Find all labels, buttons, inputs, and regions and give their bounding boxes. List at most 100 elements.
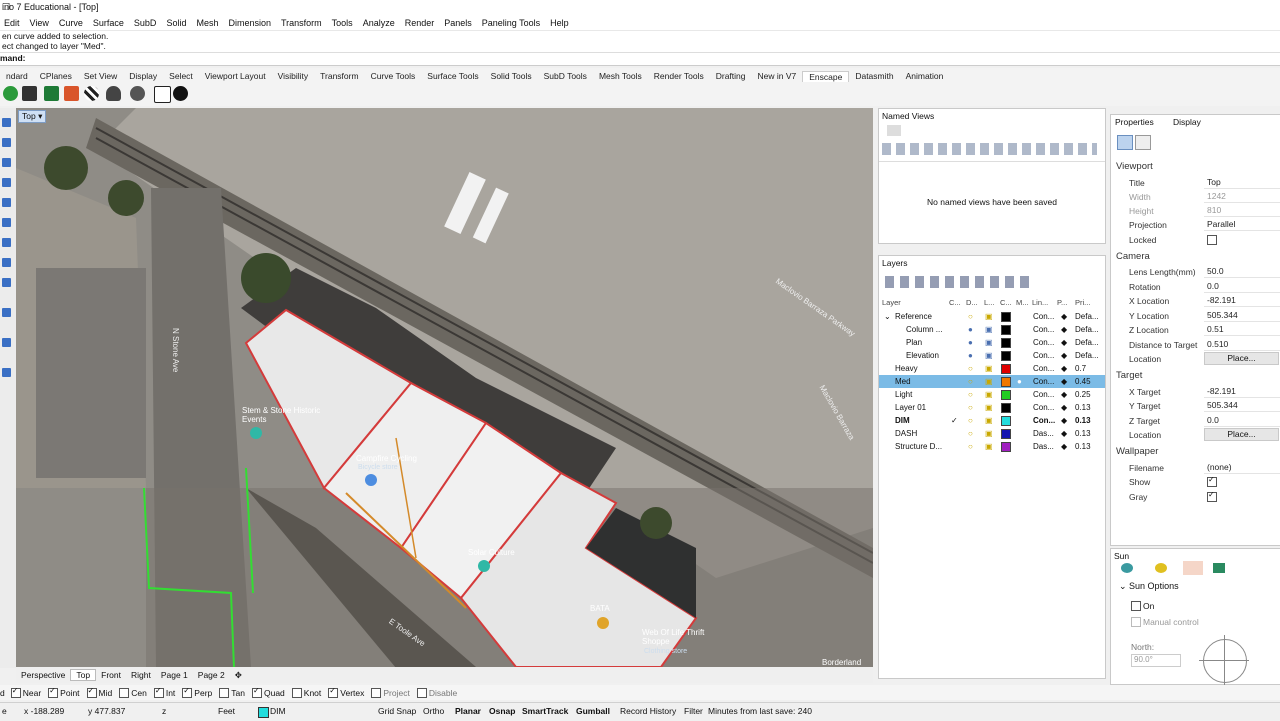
layer-linetype[interactable]: Das...: [1033, 429, 1054, 438]
info-icon[interactable]: [173, 86, 188, 101]
select-icon[interactable]: [2, 118, 11, 127]
layer-row[interactable]: Heavy ○ ▣ Con... ◆ 0.7: [879, 362, 1105, 375]
layer-print-width[interactable]: 0.13: [1075, 403, 1091, 412]
layer-print-width[interactable]: Defa...: [1075, 325, 1099, 334]
tab-display-panel[interactable]: Display: [1173, 117, 1201, 127]
prop-value[interactable]: (none): [1204, 461, 1280, 474]
layer-linetype[interactable]: Con...: [1033, 312, 1054, 321]
vp-tab-page-2[interactable]: Page 2: [193, 670, 230, 680]
layer-row[interactable]: Plan ● ▣ Con... ◆ Defa...: [879, 336, 1105, 349]
tab-select[interactable]: Select: [163, 71, 199, 81]
point-icon[interactable]: [2, 138, 11, 147]
camera-icon[interactable]: [1117, 135, 1133, 150]
print-color-icon[interactable]: ◆: [1061, 429, 1067, 438]
osnap-project[interactable]: Project: [371, 687, 410, 698]
layer-print-width[interactable]: 0.7: [1075, 364, 1086, 373]
sky-tab-icon[interactable]: [1213, 563, 1225, 573]
layer-linetype[interactable]: Con...: [1033, 416, 1055, 425]
tab-properties[interactable]: Properties: [1115, 117, 1154, 127]
osnap-checkbox[interactable]: [86, 686, 97, 698]
menu-curve[interactable]: Curve: [59, 18, 83, 28]
upload-icon[interactable]: [106, 86, 121, 101]
layer-color-swatch[interactable]: [1001, 364, 1011, 374]
sun-tab-icon[interactable]: [1121, 563, 1133, 573]
menu-render[interactable]: Render: [405, 18, 435, 28]
tab-display[interactable]: Display: [123, 71, 163, 81]
menu-solid[interactable]: Solid: [166, 18, 186, 28]
layer-linetype[interactable]: Con...: [1033, 364, 1054, 373]
layer-color-swatch[interactable]: [1001, 312, 1011, 322]
menu-edit[interactable]: Edit: [4, 18, 20, 28]
layer-linetype[interactable]: Con...: [1033, 390, 1054, 399]
sync-icon[interactable]: [44, 86, 59, 101]
solid-icon[interactable]: [2, 198, 11, 207]
prop-value[interactable]: Parallel: [1204, 218, 1280, 231]
layer-name[interactable]: Elevation: [906, 351, 939, 360]
north-input[interactable]: 90.0°: [1131, 654, 1181, 667]
lock-icon[interactable]: ▣: [985, 377, 993, 386]
print-color-icon[interactable]: ◆: [1061, 416, 1067, 425]
visibility-icon[interactable]: ●: [968, 325, 973, 334]
layer-linetype[interactable]: Con...: [1033, 377, 1054, 386]
layer-color-swatch[interactable]: [1001, 429, 1011, 439]
layer-color-swatch[interactable]: [1001, 351, 1011, 361]
layer-print-width[interactable]: 0.45: [1075, 377, 1091, 386]
col-layer[interactable]: Layer: [882, 298, 901, 307]
osnap-point[interactable]: Point: [48, 686, 80, 698]
restore-icon[interactable]: ❐: [2, 2, 1254, 13]
refresh-icon[interactable]: [3, 86, 18, 101]
tab-new-in-v7[interactable]: New in V7: [751, 71, 802, 81]
add-tab-icon[interactable]: ✥: [230, 670, 247, 681]
layer-icon[interactable]: [2, 338, 11, 347]
prop-value[interactable]: 50.0: [1204, 265, 1280, 278]
layer-print-width[interactable]: 0.13: [1075, 429, 1091, 438]
layer-name[interactable]: Reference: [895, 312, 932, 321]
lock-icon[interactable]: ▣: [985, 416, 993, 425]
mail-icon[interactable]: [154, 86, 171, 103]
layer-name[interactable]: Heavy: [895, 364, 918, 373]
lock-icon[interactable]: ▣: [985, 403, 993, 412]
expand-icon[interactable]: ⌄: [884, 312, 891, 321]
visibility-icon[interactable]: ○: [968, 390, 973, 399]
col-print-width[interactable]: Pri...: [1075, 298, 1090, 307]
camera-tab-icon[interactable]: [887, 125, 901, 136]
surface-icon[interactable]: [2, 178, 11, 187]
osnap-checkbox[interactable]: [10, 686, 21, 698]
osnap-tan[interactable]: Tan: [219, 687, 245, 698]
tab-render-tools[interactable]: Render Tools: [648, 71, 710, 81]
menu-analyze[interactable]: Analyze: [363, 18, 395, 28]
layer-color-swatch[interactable]: [1001, 377, 1011, 387]
gray-checkbox[interactable]: [1207, 490, 1217, 502]
command-line[interactable]: mand:: [0, 52, 1280, 66]
smarttrack-toggle[interactable]: SmartTrack: [522, 706, 568, 716]
menu-tools[interactable]: Tools: [332, 18, 353, 28]
vp-tab-page-1[interactable]: Page 1: [156, 670, 193, 680]
units-label[interactable]: Feet: [218, 706, 235, 716]
layer-color-swatch[interactable]: [1001, 338, 1011, 348]
print-color-icon[interactable]: ◆: [1061, 442, 1067, 451]
visibility-icon[interactable]: ○: [968, 442, 973, 451]
layer-linetype[interactable]: Con...: [1033, 351, 1054, 360]
visibility-icon[interactable]: ○: [968, 429, 973, 438]
print-color-icon[interactable]: ◆: [1061, 390, 1067, 399]
ortho-toggle[interactable]: Ortho: [423, 706, 444, 716]
visibility-icon[interactable]: ●: [968, 351, 973, 360]
tab-drafting[interactable]: Drafting: [710, 71, 752, 81]
vp-tab-right[interactable]: Right: [126, 670, 156, 680]
layer-color-swatch[interactable]: [1001, 416, 1011, 426]
lock-icon[interactable]: ▣: [985, 312, 993, 321]
light-tab-icon[interactable]: [1155, 563, 1167, 573]
tab-surface-tools[interactable]: Surface Tools: [421, 71, 484, 81]
visibility-icon[interactable]: ○: [968, 364, 973, 373]
layer-print-width[interactable]: Defa...: [1075, 312, 1099, 321]
layer-name[interactable]: Column ...: [906, 325, 942, 334]
col-material[interactable]: M...: [1016, 298, 1029, 307]
osnap-int[interactable]: Int: [153, 686, 175, 698]
lock-icon[interactable]: ▣: [985, 338, 993, 347]
tab-transform[interactable]: Transform: [314, 71, 364, 81]
gumball-toggle[interactable]: Gumball: [576, 706, 610, 716]
osnap-disable[interactable]: Disable: [416, 687, 457, 698]
tab-subd-tools[interactable]: SubD Tools: [538, 71, 593, 81]
locked-checkbox[interactable]: [1207, 235, 1217, 245]
layer-linetype[interactable]: Con...: [1033, 325, 1054, 334]
